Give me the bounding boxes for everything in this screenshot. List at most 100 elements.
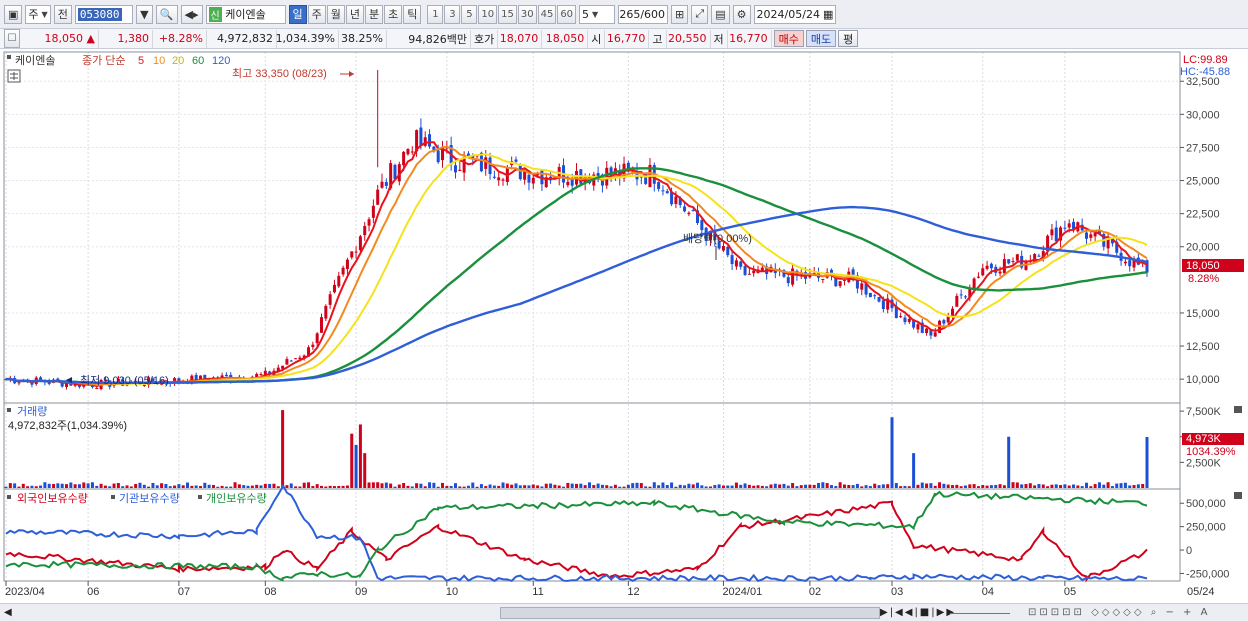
- minute-step-60[interactable]: 60: [557, 4, 577, 24]
- minute-step-30[interactable]: 30: [517, 4, 537, 24]
- scroll-bar[interactable]: ◀ ▶|◀◀|■|▶▶ ⊡⊡⊡⊡⊡ ◇◇◇◇◇ ⌕ − + A: [0, 603, 1248, 621]
- volume-bar: [376, 482, 380, 488]
- checkbox-icon[interactable]: ☐: [4, 29, 20, 48]
- buy-button[interactable]: 매수: [773, 30, 804, 47]
- minute-step-1[interactable]: 1: [427, 4, 444, 24]
- period-tab-0[interactable]: 일: [288, 4, 307, 24]
- minute-step-15[interactable]: 15: [498, 4, 517, 24]
- candle-body: [497, 177, 501, 181]
- scroll-thumb[interactable]: [500, 607, 880, 619]
- volume-bar: [263, 483, 267, 488]
- code-dropdown-button[interactable]: ▼: [135, 4, 153, 24]
- candle-body: [1054, 227, 1058, 242]
- holdings-panel-close-icon[interactable]: [1234, 492, 1242, 499]
- period-tab-1[interactable]: 주: [307, 4, 326, 24]
- drawing-tools-icons[interactable]: ⊡⊡⊡⊡⊡ ◇◇◇◇◇ ⌕ − + A: [1028, 607, 1210, 618]
- volume-bar: [458, 486, 462, 488]
- minute-step-3[interactable]: 3: [444, 4, 461, 24]
- volume-bar: [622, 486, 626, 488]
- sell-button[interactable]: 매도: [805, 30, 837, 47]
- volume-bar: [609, 486, 613, 488]
- volume-bar: [933, 485, 937, 488]
- legend-ma-title: 종가 단순: [82, 54, 126, 67]
- save-icon[interactable]: ▤: [711, 4, 730, 24]
- playback-controls[interactable]: ▶|◀◀|■|▶▶: [880, 607, 956, 618]
- volume-bar: [976, 486, 980, 488]
- period-tab-5[interactable]: 초: [384, 4, 403, 24]
- volume-panel-close-icon[interactable]: [1234, 406, 1242, 413]
- volume-bar: [415, 483, 419, 488]
- scroll-left-icon[interactable]: ◀: [4, 607, 12, 618]
- candle-body: [514, 159, 518, 162]
- volume-bar: [1102, 484, 1106, 488]
- period-tab-6[interactable]: 틱: [403, 4, 422, 24]
- count-field[interactable]: 265/600: [618, 4, 669, 24]
- volume-bar: [683, 485, 687, 488]
- code-input[interactable]: 053080: [74, 4, 133, 24]
- volume-bar: [488, 484, 492, 488]
- minute-step-45[interactable]: 45: [537, 4, 557, 24]
- view-button[interactable]: 전: [53, 4, 72, 24]
- volume-bar: [332, 486, 336, 488]
- candle-body: [367, 219, 371, 226]
- candle-body: [484, 157, 488, 169]
- period-tab-2[interactable]: 월: [326, 4, 345, 24]
- market-select[interactable]: 주 ▼: [25, 4, 51, 24]
- stock-name-field[interactable]: 신 케이엔솔: [205, 4, 286, 24]
- volume-bar: [981, 485, 985, 488]
- minute-step-10[interactable]: 10: [478, 4, 498, 24]
- chevron-down-icon: ▼: [41, 9, 48, 19]
- sound-icon[interactable]: ◀▸: [180, 4, 203, 24]
- line-tool-icon[interactable]: ⤢: [691, 4, 709, 24]
- volume-bar: [631, 483, 635, 488]
- volume-bar: [410, 486, 414, 488]
- chevron-down-icon: ▼: [592, 9, 599, 19]
- candle-body: [324, 305, 328, 319]
- date-field[interactable]: 2024/05/24 ▦: [753, 4, 836, 24]
- volume-bar: [1054, 484, 1058, 488]
- volume-bar: [384, 482, 388, 488]
- volume-bar: [21, 483, 25, 488]
- volume-bar: [341, 485, 345, 488]
- volume-bar: [1106, 482, 1110, 488]
- volume-bar: [484, 486, 488, 488]
- candle-body: [1089, 234, 1093, 238]
- candle-body: [976, 276, 980, 278]
- calendar-icon[interactable]: ▦: [823, 8, 833, 21]
- candle-body: [531, 177, 535, 184]
- volume-bar: [397, 484, 401, 488]
- stock-chart[interactable]: 케이엔솔 종가 단순 5 10 20 60 120 최고 33,350 (08/…: [0, 50, 1248, 603]
- period-tab-3[interactable]: 년: [345, 4, 364, 24]
- tools-icon[interactable]: ⊞: [671, 4, 689, 24]
- volume-bar: [618, 486, 622, 488]
- candle-body: [786, 277, 790, 284]
- volume-bar: [899, 486, 903, 488]
- volume-bar: [734, 482, 738, 488]
- price-tag-value: 18,050: [1186, 260, 1220, 272]
- candle-body: [311, 344, 315, 348]
- volume-bar: [1128, 485, 1132, 488]
- volume-bar: [963, 485, 967, 488]
- gear-icon[interactable]: ⚙: [732, 4, 751, 24]
- price-tick-label: 30,000: [1186, 109, 1220, 121]
- step-select[interactable]: 5 ▼: [579, 4, 616, 24]
- candle-body: [661, 190, 665, 192]
- minute-step-5[interactable]: 5: [461, 4, 478, 24]
- candle-body: [419, 127, 423, 146]
- volume-bar: [791, 483, 795, 488]
- count-total: /600: [640, 7, 666, 21]
- volume-bar: [367, 482, 371, 488]
- zoom-slider[interactable]: [950, 613, 1010, 614]
- volume-bar: [510, 484, 514, 488]
- search-icon[interactable]: 🔍: [155, 4, 178, 24]
- volume-bar: [298, 486, 302, 488]
- layout-icon[interactable]: ▣: [4, 4, 23, 24]
- bid-price: 18,050: [542, 29, 589, 48]
- period-tab-4[interactable]: 분: [365, 4, 384, 24]
- candle-body: [285, 359, 289, 365]
- candle-body: [1067, 223, 1071, 228]
- eval-button[interactable]: 평: [838, 30, 859, 47]
- candle-body: [488, 157, 492, 174]
- volume-bar: [600, 484, 604, 488]
- volume-bar: [730, 485, 734, 488]
